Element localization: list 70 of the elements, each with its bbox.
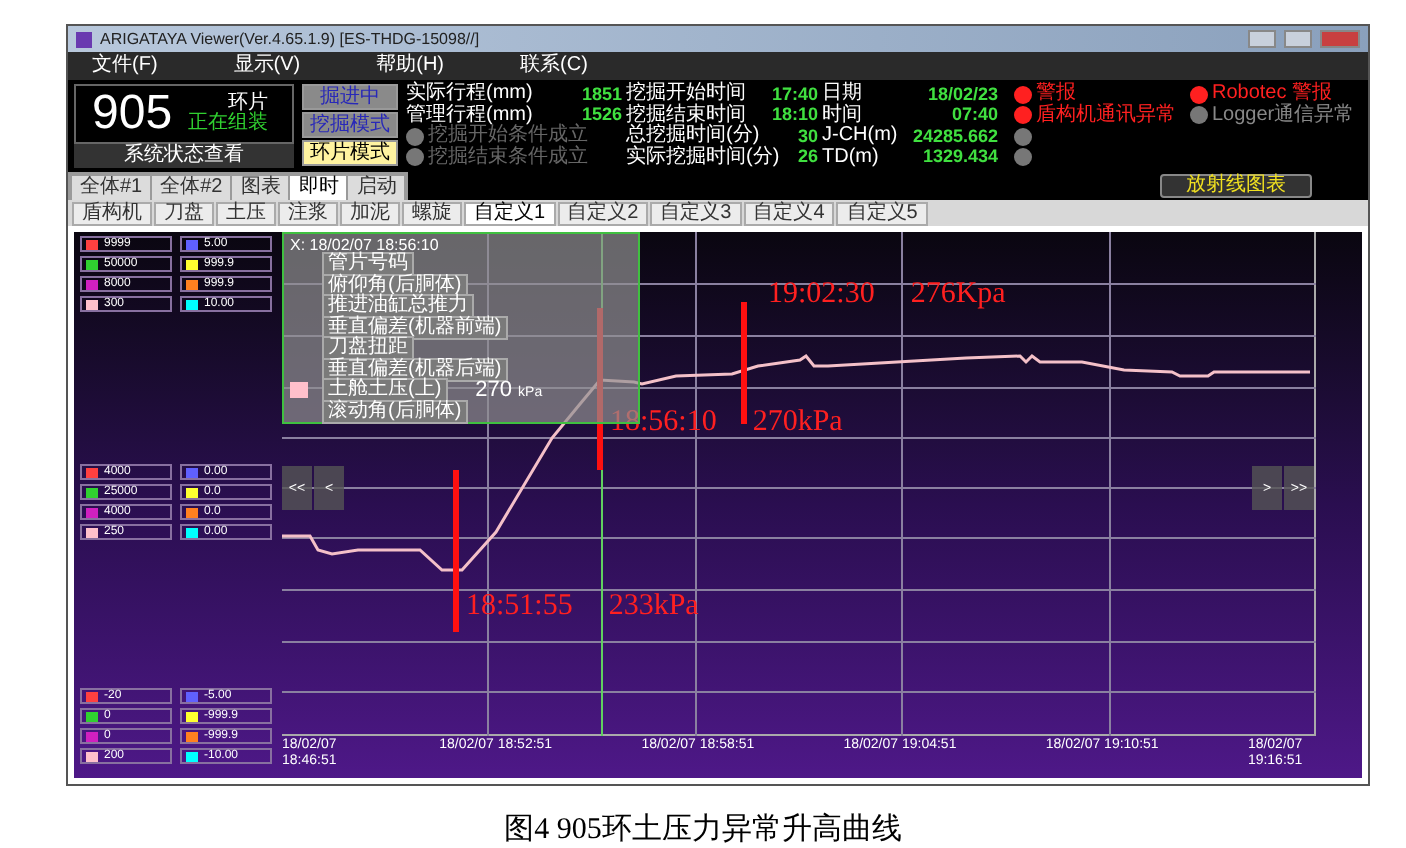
stat-label: J-CH(m) [822,126,898,147]
stat-value: 24285.662 [912,127,1000,146]
tab[interactable]: 全体#1 [72,176,151,200]
tab[interactable]: 自定义1 [464,202,556,226]
tab[interactable]: 自定义5 [836,202,928,226]
series-label: 滚动角(后胴体) [322,399,468,424]
menu-item[interactable]: 显示(V) [233,56,301,76]
ring-label: 环片 [228,94,269,114]
annotation-time: 18:56:10 [610,408,717,438]
stat-label: 实际行程(mm) [406,84,533,105]
close-button[interactable] [1320,30,1360,48]
marker-line [741,302,747,424]
annotation-value: 233kPa [608,592,699,622]
stat-value: 1526 [581,106,624,125]
system-status-button[interactable]: 系统状态查看 [74,144,294,168]
stat-value: 1329.434 [922,148,1000,167]
maximize-button[interactable] [1284,30,1312,48]
mode-button[interactable]: 环片模式 [302,140,398,166]
annotation-time: 18:51:55 [466,592,573,622]
tab[interactable]: 盾构机 [72,202,152,226]
stat-label: 管理行程(mm) [406,105,533,126]
tab[interactable]: 螺旋 [402,202,462,226]
stat-value: 1851 [581,85,624,104]
stat-label: 日期 [822,84,862,105]
alarm-label: Robotec 警报 [1212,84,1333,105]
stat-label: 挖掘开始时间 [626,84,746,105]
stat-value: 26 [797,148,820,167]
stat-label: 挖掘结束时间 [626,105,746,126]
stat-value: 18/02/23 [927,85,1000,104]
stat-label: 实际挖掘时间(分) [626,147,780,168]
tab[interactable]: 即时 [290,176,347,200]
tab[interactable]: 土压 [216,202,276,226]
tab[interactable]: 全体#2 [152,176,231,200]
tab[interactable]: 图表 [232,176,289,200]
stat-value: 07:40 [951,106,1000,125]
alarm-label: 警报 [1036,84,1076,105]
tab[interactable]: 自定义2 [557,202,649,226]
stat-value: 18:10 [771,106,820,125]
stat-label: 挖掘结束条件成立 [428,147,588,168]
stat-value: 17:40 [771,85,820,104]
radiation-chart-button[interactable]: 放射线图表 [1160,174,1312,198]
stat-label: 挖掘开始条件成立 [428,126,588,147]
stat-label: 时间 [822,105,862,126]
tab[interactable]: 自定义3 [650,202,742,226]
app-icon [76,31,92,47]
annotation-value: 270kPa [752,408,843,438]
tab[interactable]: 自定义4 [743,202,835,226]
annotation-time: 19:02:30 [768,280,875,310]
tab[interactable]: 注浆 [278,202,338,226]
menu-item[interactable]: 联系(C) [520,56,588,76]
ring-number: 905 [92,90,173,138]
tooltip-time: X: 18/02/07 18:56:10 [290,236,441,254]
series-label: 土舱土压(上) [322,378,448,403]
alarm-label: Logger通信异常 [1212,105,1355,126]
tab[interactable]: 加泥 [340,202,400,226]
minimize-button[interactable] [1248,30,1276,48]
figure-caption: 图4 905环土压力异常升高曲线 [504,816,902,846]
menu-item[interactable]: 帮助(H) [376,56,445,76]
ring-status: 正在组装 [188,114,269,134]
alarm-label: 盾构机通讯异常 [1036,105,1176,126]
stat-value: 30 [797,127,820,146]
tooltip-reading: 270 [475,379,513,402]
tab[interactable]: 启动 [348,176,405,200]
window-title: ARIGATAYA Viewer(Ver.4.65.1.9) [ES-THDG-15098//] [100,31,480,47]
menu-item[interactable]: 文件(F) [92,56,158,76]
annotation-value: 276Kpa [910,280,1006,310]
stat-label: 总挖掘时间(分) [626,126,760,147]
tab[interactable]: 刀盘 [154,202,214,226]
stat-label: TD(m) [822,147,879,168]
series-label: 管片号码 [322,252,414,277]
